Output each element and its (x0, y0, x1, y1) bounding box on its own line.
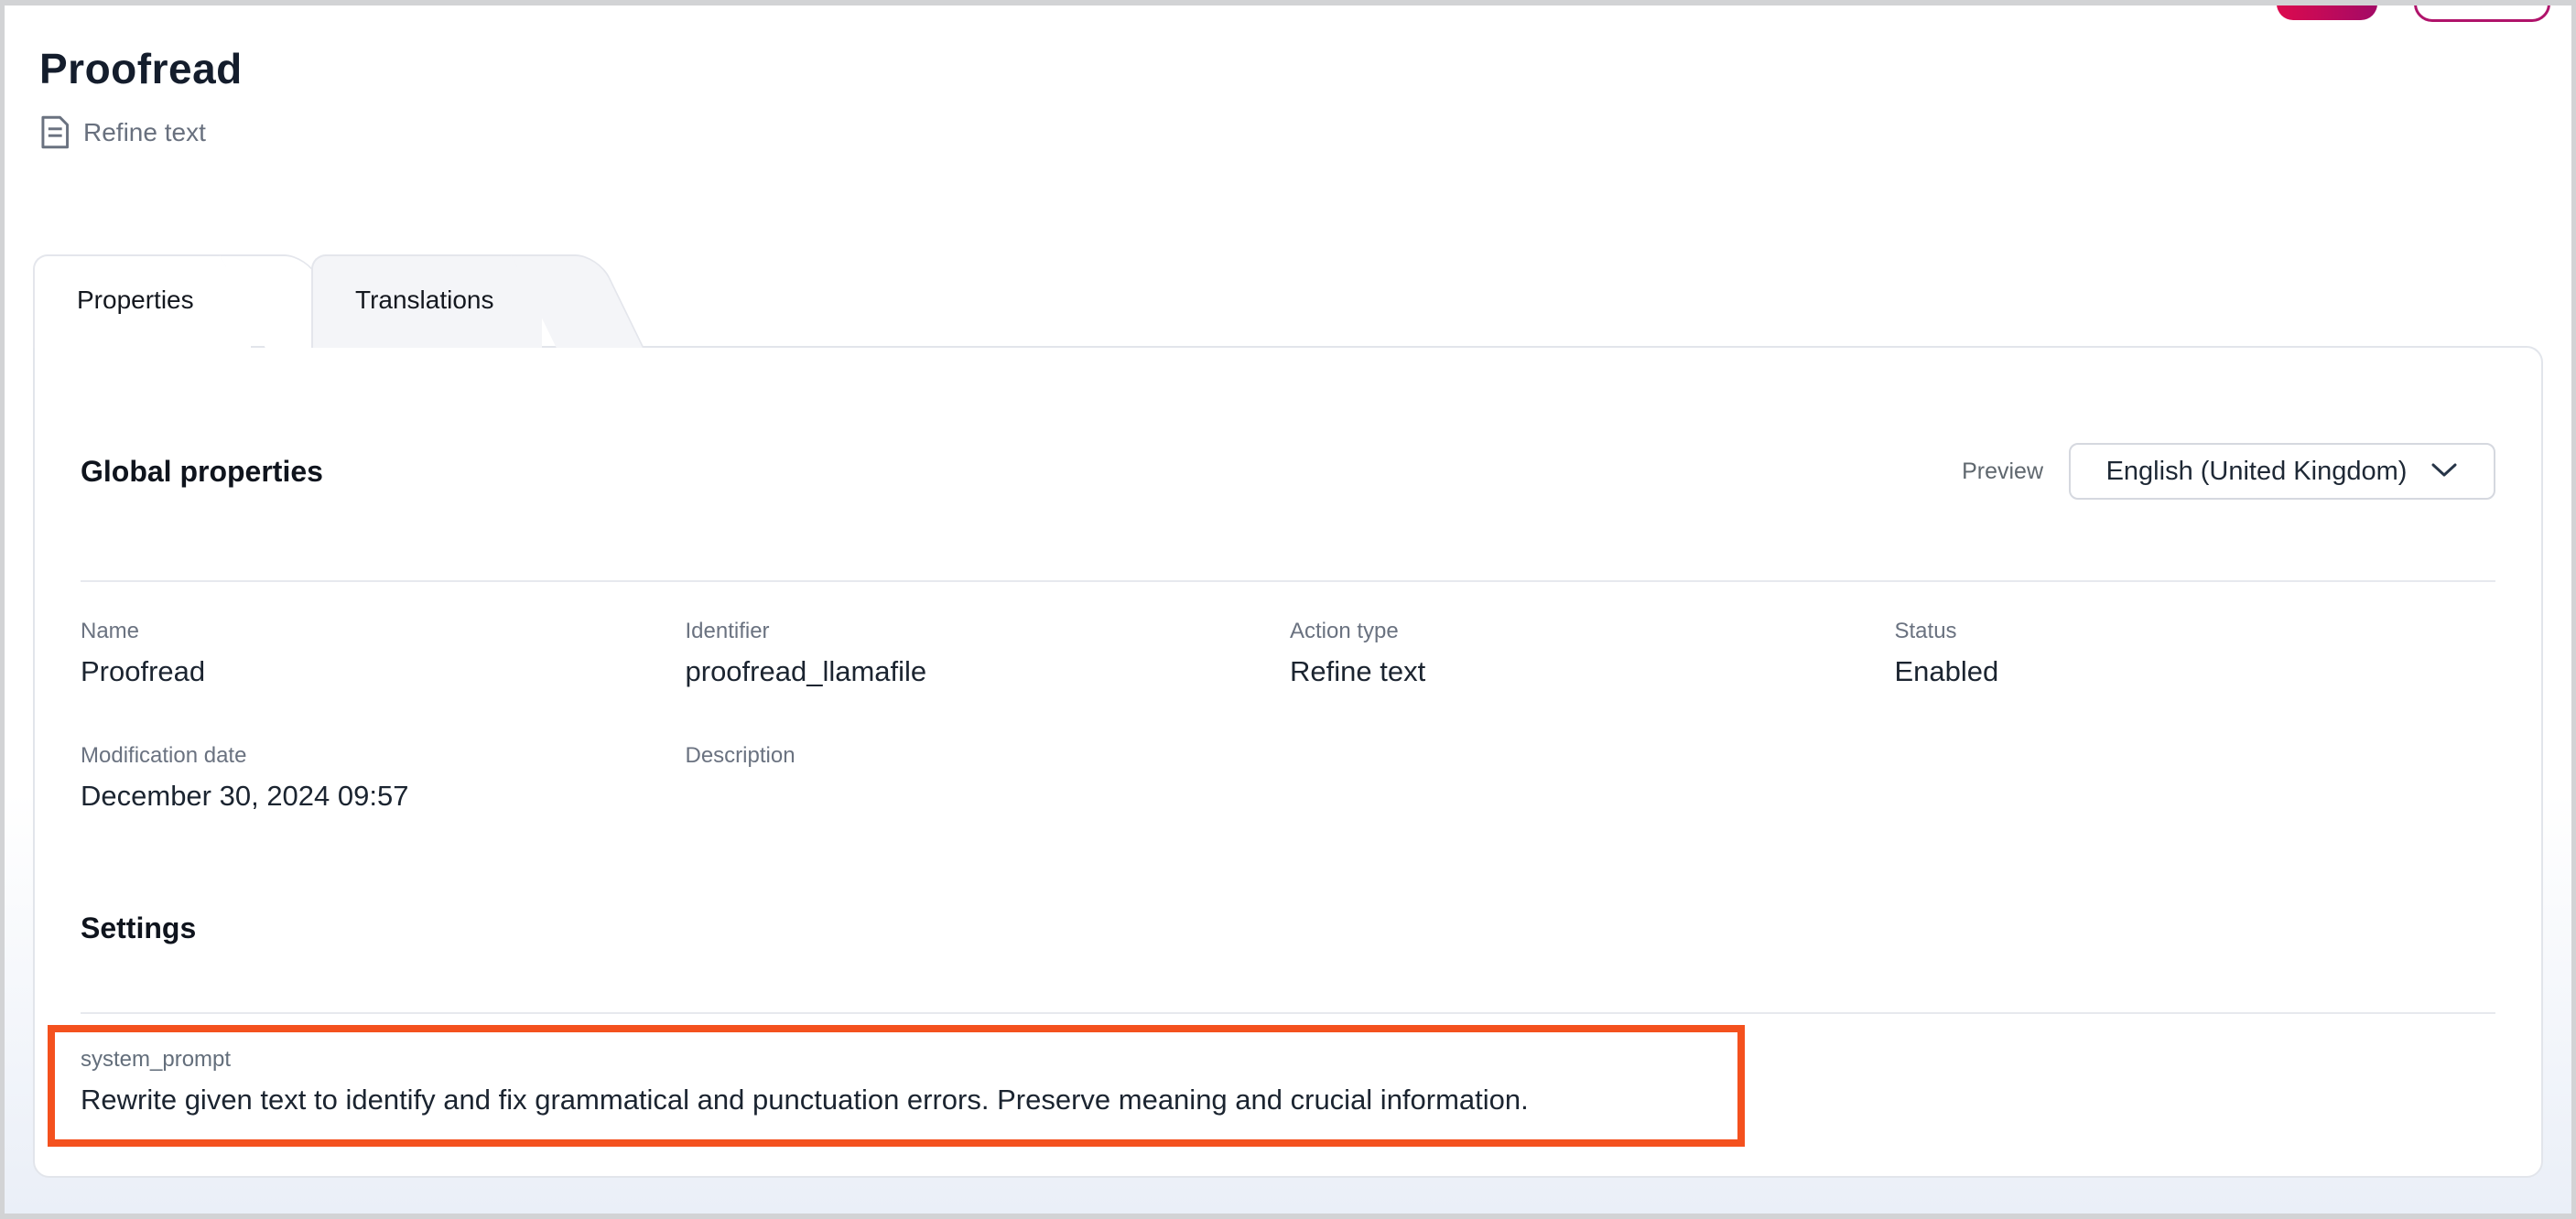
field-empty (1895, 743, 2500, 816)
section-title-global-properties: Global properties (81, 455, 323, 489)
field-label: Status (1895, 619, 2500, 644)
tab-label: Properties (33, 254, 251, 315)
field-label: Identifier (686, 619, 1291, 644)
primary-action-button[interactable] (2277, 5, 2377, 20)
language-selector[interactable]: English (United Kingdom) (2069, 443, 2495, 500)
global-properties-header: Global properties Preview English (Unite… (81, 439, 2495, 503)
field-description: Description (686, 743, 1291, 816)
page-subtitle: Refine text (83, 118, 206, 147)
field-modification-date: Modification date December 30, 2024 09:5… (81, 743, 686, 816)
page-title: Proofread (39, 44, 243, 93)
system-prompt-highlight-box[interactable]: system_prompt Rewrite given text to iden… (48, 1025, 1745, 1147)
field-value: proofread_llamafile (686, 655, 1291, 692)
field-status: Status Enabled (1895, 619, 2500, 692)
page-subtitle-row: Refine text (39, 115, 243, 149)
field-value: Proofread (81, 655, 686, 692)
divider (81, 580, 2495, 582)
field-name: Name Proofread (81, 619, 686, 692)
document-icon (39, 115, 70, 149)
field-action-type: Action type Refine text (1290, 619, 1895, 692)
global-properties-grid: Name Proofread Identifier proofread_llam… (81, 619, 2499, 816)
field-value (686, 780, 1291, 816)
tab-translations[interactable]: Translations (311, 254, 542, 348)
properties-panel: Global properties Preview English (Unite… (33, 346, 2543, 1178)
tab-properties[interactable]: Properties (33, 254, 251, 348)
divider (81, 1012, 2495, 1014)
page-header: Proofread Refine text (39, 44, 243, 149)
page: Proofread Refine text Properties Transla… (5, 5, 2571, 1214)
secondary-action-button[interactable] (2414, 5, 2550, 22)
field-value: December 30, 2024 09:57 (81, 780, 686, 816)
field-label: Modification date (81, 743, 686, 769)
chevron-down-icon (2430, 461, 2458, 482)
preview-label: Preview (1962, 458, 2043, 485)
tab-label: Translations (311, 254, 542, 315)
field-label: Name (81, 619, 686, 644)
setting-value: Rewrite given text to identify and fix g… (81, 1084, 1719, 1117)
tab-bar: Properties Translations (33, 254, 542, 348)
field-label: Description (686, 743, 1291, 769)
field-empty (1290, 743, 1895, 816)
language-selector-value: English (United Kingdom) (2106, 457, 2408, 487)
preview-language-group: Preview English (United Kingdom) (1962, 443, 2495, 500)
setting-label: system_prompt (81, 1047, 1719, 1073)
field-identifier: Identifier proofread_llamafile (686, 619, 1291, 692)
section-title-settings: Settings (81, 912, 196, 945)
field-value: Enabled (1895, 655, 2500, 692)
field-label: Action type (1290, 619, 1895, 644)
field-value: Refine text (1290, 655, 1895, 692)
